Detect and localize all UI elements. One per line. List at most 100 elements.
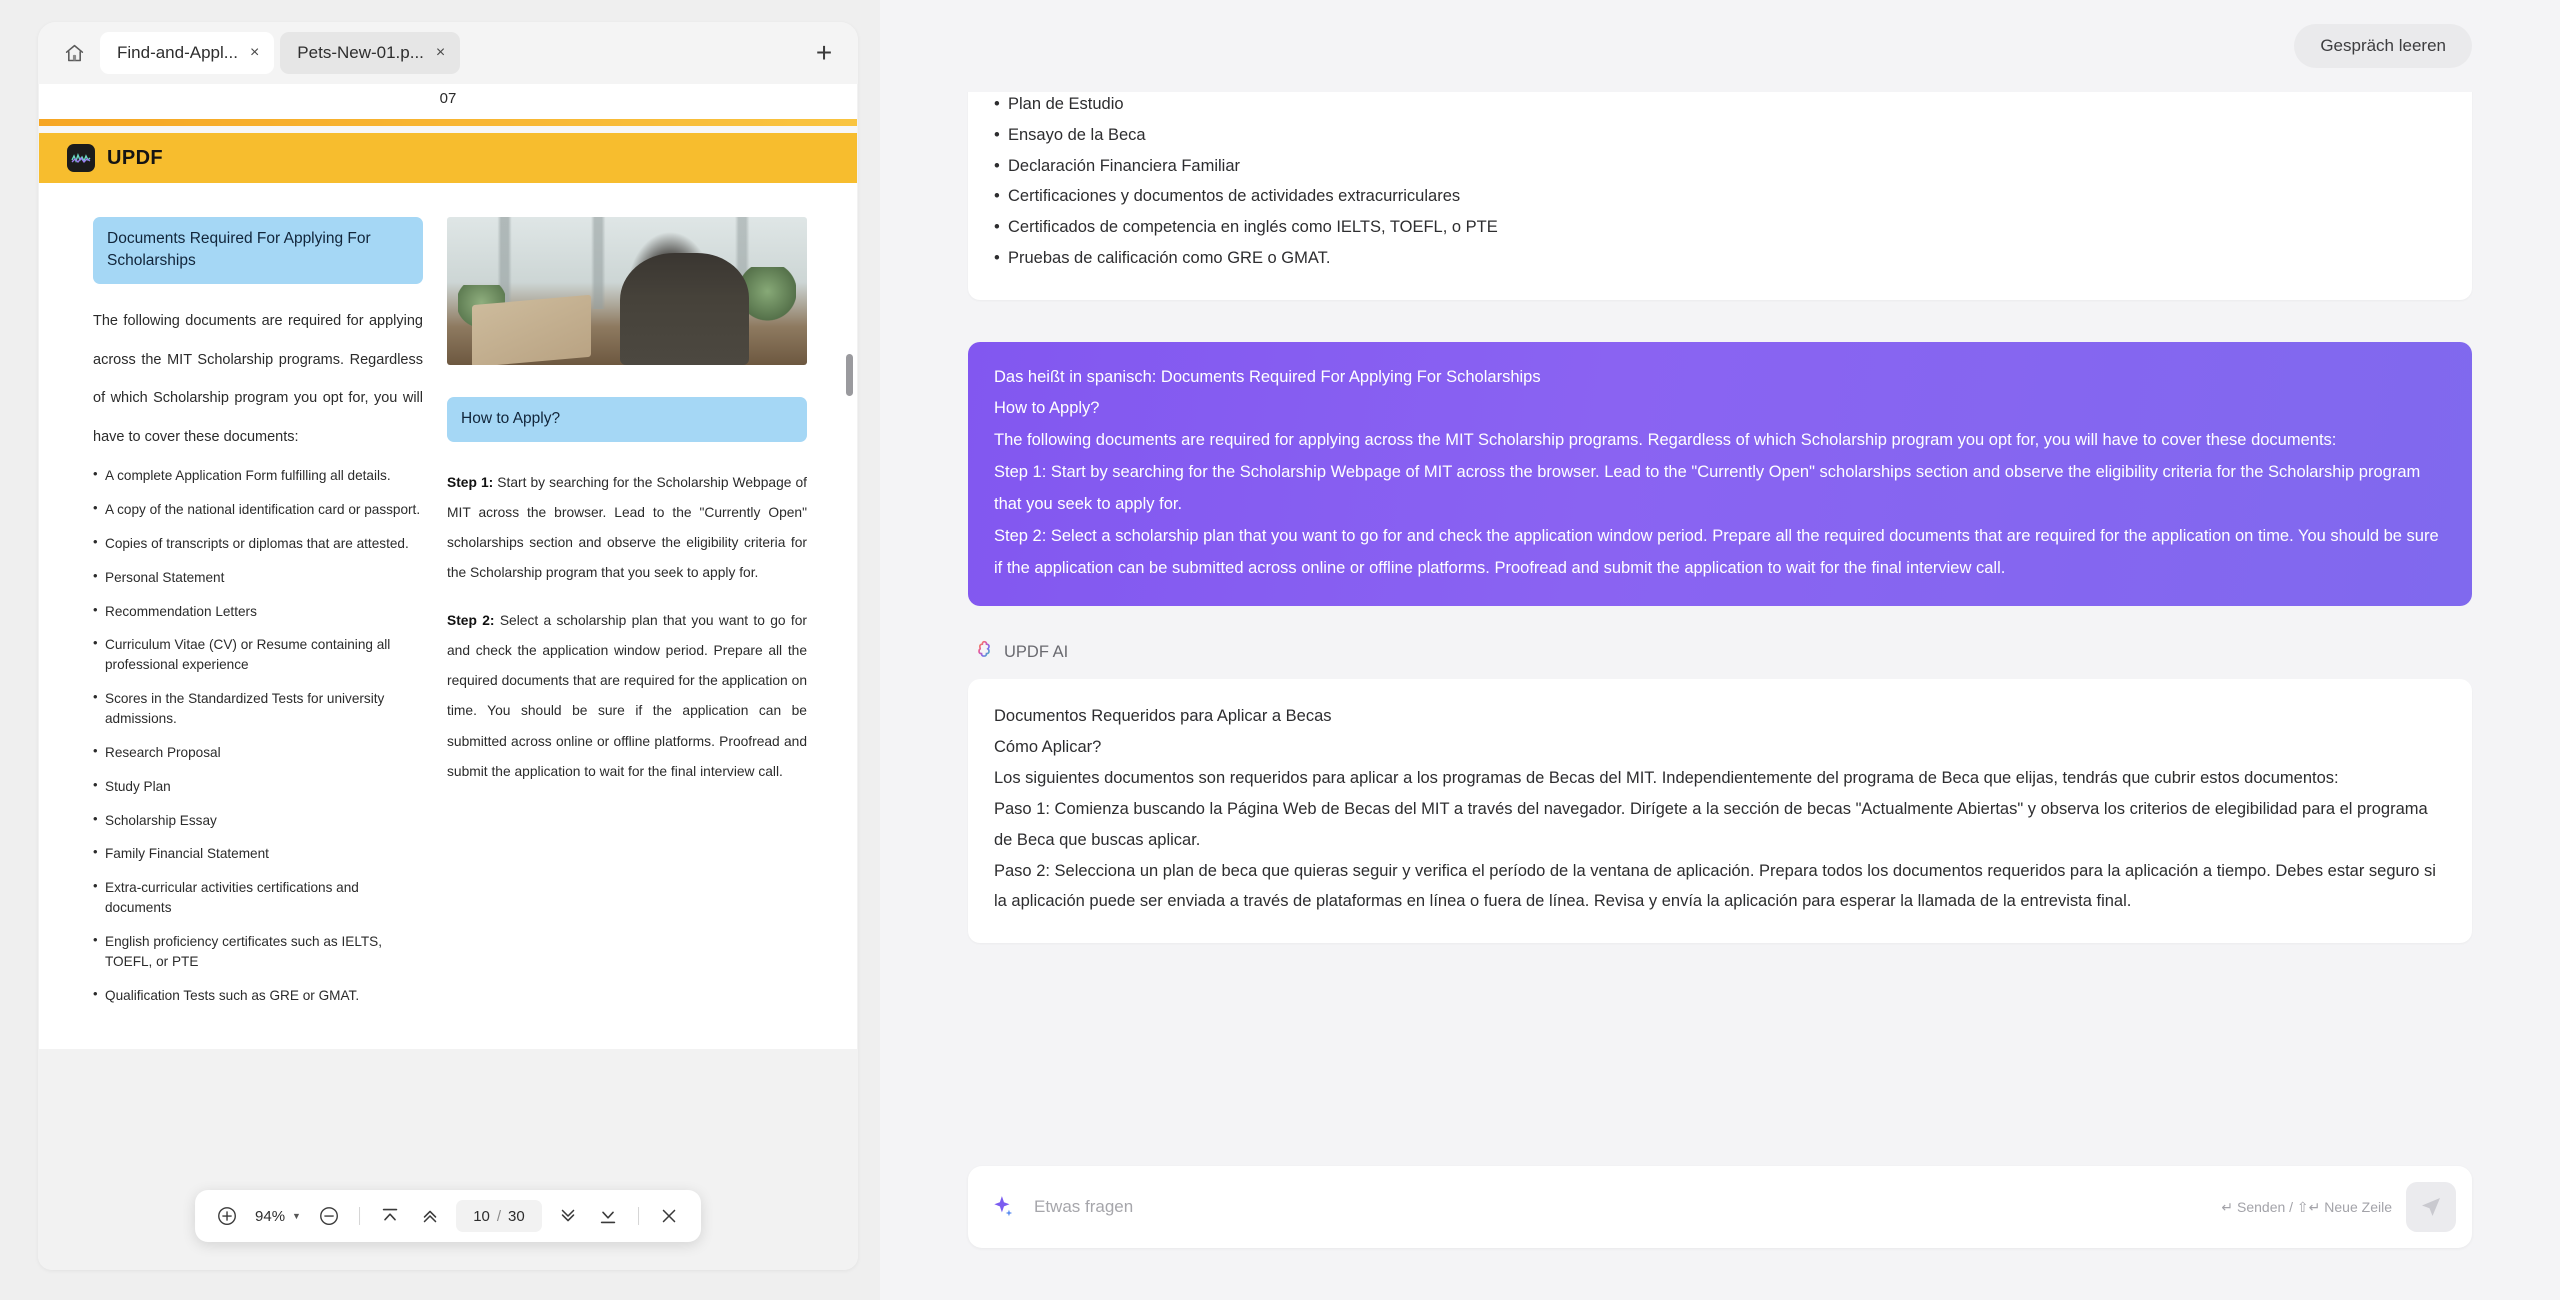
list-item: A copy of the national identification ca…: [93, 500, 423, 520]
step-2-paragraph: Step 2: Select a scholarship plan that y…: [447, 606, 807, 786]
first-page-icon[interactable]: [372, 1198, 408, 1234]
step-1-text: Start by searching for the Scholarship W…: [447, 475, 807, 580]
list-item: Plan de Estudio: [994, 92, 2446, 120]
message-line: Step 1: Start by searching for the Schol…: [994, 457, 2446, 521]
ai-chat-pane: Gespräch leeren Puntuaciones en los exám…: [880, 0, 2560, 1300]
message-line: Cómo Aplicar?: [994, 732, 2446, 763]
close-icon[interactable]: [651, 1198, 687, 1234]
pdf-viewer-pane: Find-and-Appl... × Pets-New-01.p... × + …: [0, 0, 880, 1300]
chat-input[interactable]: [1034, 1197, 2221, 1217]
chat-message-list[interactable]: Puntuaciones en los exámenes estandariza…: [880, 92, 2560, 1130]
composer-hint: ↵ Senden / ⇧↵ Neue Zeile: [2221, 1199, 2392, 1216]
step-2-label: Step 2:: [447, 613, 495, 628]
photo-laptop: [472, 295, 591, 365]
scrollbar-thumb[interactable]: [846, 354, 853, 396]
toolbar-divider: [638, 1207, 639, 1225]
chat-composer[interactable]: ↵ Senden / ⇧↵ Neue Zeile: [968, 1166, 2472, 1248]
toolbar-divider: [359, 1207, 360, 1225]
previous-ai-answer-card: Puntuaciones en los exámenes estandariza…: [968, 92, 2472, 300]
pdf-viewer-card: Find-and-Appl... × Pets-New-01.p... × + …: [38, 22, 858, 1270]
list-item: Family Financial Statement: [93, 844, 423, 864]
list-item: Certificados de competencia en inglés co…: [994, 212, 2446, 243]
updf-brand-bar: UPDF: [39, 133, 857, 183]
updf-brand-name: UPDF: [107, 147, 163, 170]
message-line: Los siguientes documentos son requeridos…: [994, 763, 2446, 794]
clear-conversation-button[interactable]: Gespräch leeren: [2294, 24, 2472, 68]
message-line: The following documents are required for…: [994, 425, 2446, 457]
sparkle-icon: [990, 1194, 1016, 1220]
new-tab-button[interactable]: +: [804, 33, 844, 73]
next-page-icon[interactable]: [550, 1198, 586, 1234]
orange-divider: [39, 119, 857, 126]
total-pages-value: 30: [508, 1208, 525, 1225]
page-separator: /: [497, 1208, 501, 1225]
tab-label: Pets-New-01.p...: [297, 43, 424, 63]
list-item: Copies of transcripts or diplomas that a…: [93, 534, 423, 554]
list-item: Research Proposal: [93, 743, 423, 763]
current-page-value: 10: [473, 1208, 490, 1225]
list-item: Declaración Financiera Familiar: [994, 151, 2446, 182]
previous-answer-bullets: Puntuaciones en los exámenes estandariza…: [994, 92, 2446, 274]
send-icon[interactable]: [2406, 1182, 2456, 1232]
list-item: Curriculum Vitae (CV) or Resume containi…: [93, 635, 423, 675]
pdf-toolbar: 94% ▼: [195, 1190, 701, 1242]
page-column-right: How to Apply? Step 1: Start by searching…: [447, 217, 807, 1019]
tab-pets-new-01[interactable]: Pets-New-01.p... ×: [280, 32, 460, 74]
updf-logo-icon: [67, 144, 95, 172]
message-line: How to Apply?: [994, 393, 2446, 425]
list-item: Extra-curricular activities certificatio…: [93, 878, 423, 918]
page-number-input[interactable]: 10 / 30: [456, 1200, 542, 1232]
message-line: Das heißt in spanisch: Documents Require…: [994, 362, 2446, 394]
user-message-bubble: Das heißt in spanisch: Documents Require…: [968, 342, 2472, 607]
pdf-page: 07 UPDF Docum: [39, 84, 857, 1049]
list-item: Certificaciones y documentos de activida…: [994, 181, 2446, 212]
list-item: Scholarship Essay: [93, 811, 423, 831]
chevron-down-icon[interactable]: ▼: [292, 1211, 307, 1221]
zoom-in-icon[interactable]: [209, 1198, 245, 1234]
list-item: English proficiency certificates such as…: [93, 932, 423, 972]
intro-paragraph: The following documents are required for…: [93, 302, 423, 456]
documents-bullet-list: A complete Application Form fulfilling a…: [93, 466, 423, 1005]
app-window: Find-and-Appl... × Pets-New-01.p... × + …: [0, 0, 2560, 1300]
list-item: Pruebas de calificación como GRE o GMAT.: [994, 243, 2446, 274]
step-1-label: Step 1:: [447, 475, 493, 490]
home-icon[interactable]: [54, 33, 94, 73]
tab-bar: Find-and-Appl... × Pets-New-01.p... × +: [38, 22, 858, 84]
close-icon[interactable]: ×: [248, 43, 261, 63]
student-photo: [447, 217, 807, 365]
step-1-paragraph: Step 1: Start by searching for the Schol…: [447, 468, 807, 588]
list-item: Personal Statement: [93, 568, 423, 588]
step-2-text: Select a scholarship plan that you want …: [447, 613, 807, 778]
message-line: Documentos Requeridos para Aplicar a Bec…: [994, 701, 2446, 732]
ai-author-label: UPDF AI: [1004, 643, 1068, 662]
list-item: Scores in the Standardized Tests for uni…: [93, 689, 423, 729]
tab-label: Find-and-Appl...: [117, 43, 238, 63]
tab-find-and-apply[interactable]: Find-and-Appl... ×: [100, 32, 274, 74]
ai-author-row: UPDF AI: [974, 640, 2472, 665]
page-column-left: Documents Required For Applying For Scho…: [93, 217, 423, 1019]
list-item: Study Plan: [93, 777, 423, 797]
heading-how-to-apply: How to Apply?: [447, 397, 807, 442]
ai-answer-card: Documentos Requeridos para Aplicar a Bec…: [968, 679, 2472, 943]
updf-ai-logo-icon: [974, 640, 994, 665]
chat-header: Gespräch leeren: [880, 0, 2560, 92]
zoom-level-value[interactable]: 94%: [249, 1208, 288, 1225]
zoom-out-icon[interactable]: [311, 1198, 347, 1234]
heading-documents-required: Documents Required For Applying For Scho…: [93, 217, 423, 284]
photo-person: [620, 253, 750, 365]
message-line: Step 2: Select a scholarship plan that y…: [994, 521, 2446, 585]
list-item: Recommendation Letters: [93, 602, 423, 622]
document-scrollbar[interactable]: [845, 84, 854, 1270]
list-item: A complete Application Form fulfilling a…: [93, 466, 423, 486]
message-line: Paso 2: Selecciona un plan de beca que q…: [994, 856, 2446, 918]
previous-page-icon[interactable]: [412, 1198, 448, 1234]
last-page-icon[interactable]: [590, 1198, 626, 1234]
list-item: Ensayo de la Beca: [994, 120, 2446, 151]
page-number-label: 07: [39, 84, 857, 119]
document-area: 07 UPDF Docum: [38, 84, 858, 1270]
close-icon[interactable]: ×: [434, 43, 447, 63]
message-line: Paso 1: Comienza buscando la Página Web …: [994, 794, 2446, 856]
page-body: Documents Required For Applying For Scho…: [39, 183, 857, 1049]
list-item: Qualification Tests such as GRE or GMAT.: [93, 986, 423, 1006]
page-gap: [39, 126, 857, 133]
